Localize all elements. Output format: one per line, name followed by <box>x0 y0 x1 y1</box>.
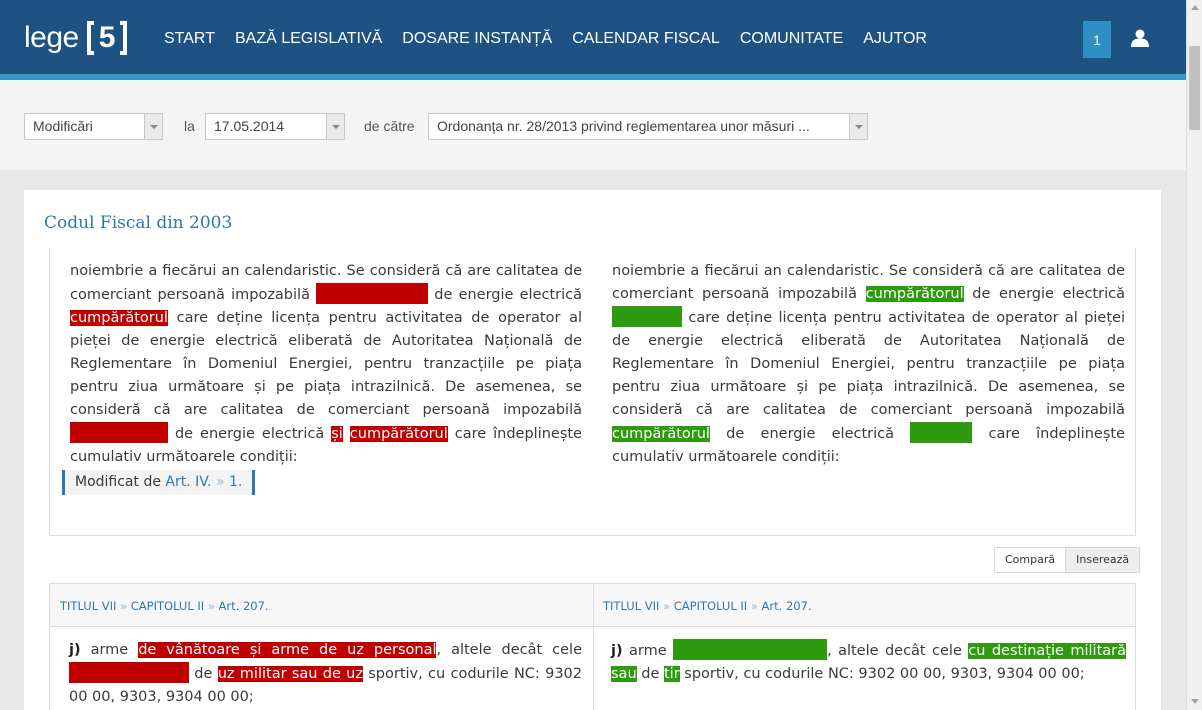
deleted-blank <box>69 662 189 683</box>
nav-calendar-fiscal[interactable]: CALENDAR FISCAL <box>572 30 720 48</box>
article-comparison-table: TITLUL VII » CAPITOLUL II » Art. 207. TI… <box>49 583 1136 710</box>
main-nav: START BAZĂ LEGISLATIVĂ DOSARE INSTANȚĂ C… <box>164 30 927 48</box>
breadcrumb-chapter-link[interactable]: CAPITOLUL II <box>131 599 204 613</box>
deleted-text: și <box>331 426 343 442</box>
text-segment: , altele decât cele <box>827 643 969 659</box>
diff-comparison-box: noiembrie a fiecărui an calendaristic. S… <box>49 248 1136 536</box>
logo-bracket-box: 5 <box>86 21 128 55</box>
chevron-down-icon[interactable] <box>326 114 344 139</box>
mode-select-value: Modificări <box>33 118 93 134</box>
by-label: de către <box>364 118 415 134</box>
deleted-text: de vânătoare și arme de uz personal <box>138 642 437 658</box>
text-segment: care deține licența pentru activitatea d… <box>70 310 582 418</box>
site-logo[interactable]: lege 5 <box>24 18 128 58</box>
inserted-text: cumpărătorul <box>612 426 710 442</box>
breadcrumb-article-link[interactable]: Art. 207. <box>219 599 269 613</box>
breadcrumb-separator: » <box>120 599 128 613</box>
deleted-text: cumpărătorul <box>70 310 168 326</box>
filter-bar: Modificări la 17.05.2014 de către Ordona… <box>0 80 1186 170</box>
chevron-down-icon[interactable] <box>144 114 162 139</box>
insert-button[interactable]: Inserează <box>1065 548 1140 572</box>
nav-comunitate[interactable]: COMUNITATE <box>740 30 843 48</box>
deleted-text: cumpărătorul <box>349 426 448 442</box>
breadcrumb-article-link[interactable]: Art. 207. <box>762 599 812 613</box>
text-segment: care deține licența pentru activitatea d… <box>612 310 1125 418</box>
nav-start[interactable]: START <box>164 30 215 48</box>
nav-baza-legislativa[interactable]: BAZĂ LEGISLATIVĂ <box>235 30 382 48</box>
text-segment: sportiv, cu codurile NC: 9302 00 00, 930… <box>679 666 1085 682</box>
user-icon[interactable] <box>1131 29 1149 47</box>
inserted-blank <box>673 639 828 660</box>
text-segment: de energie electrică <box>428 287 582 303</box>
scrollbar-thumb[interactable] <box>1189 46 1200 130</box>
new-article-text: j) arme , altele decât cele cu destinați… <box>611 639 1126 686</box>
document-card: Codul Fiscal din 2003 noiembrie a fiecăr… <box>24 190 1161 710</box>
scroll-up-arrow-icon[interactable] <box>1191 5 1199 10</box>
paragraph-letter: j) <box>69 642 81 658</box>
text-segment: de <box>636 666 664 682</box>
date-label: la <box>184 118 195 134</box>
deleted-blank <box>70 422 168 443</box>
breadcrumb-chapter-link[interactable]: CAPITOLUL II <box>674 599 747 613</box>
nav-ajutor[interactable]: AJUTOR <box>863 30 927 48</box>
inserted-blank <box>612 306 682 327</box>
text-segment: de energie electrică <box>168 426 332 442</box>
view-mode-toggle: Compară Inserează <box>994 547 1141 573</box>
text-segment: arme <box>622 643 674 659</box>
top-navbar: lege 5 START BAZĂ LEGISLATIVĂ DOSARE INS… <box>0 0 1186 74</box>
chevron-down-icon[interactable] <box>849 114 867 139</box>
date-select-value: 17.05.2014 <box>214 118 285 134</box>
breadcrumb-row: TITLUL VII » CAPITOLUL II » Art. 207. TI… <box>50 584 1135 710</box>
deleted-blank <box>316 283 429 304</box>
nav-dosare-instanta[interactable]: DOSARE INSTANȚĂ <box>402 30 552 48</box>
breadcrumb-separator: » <box>215 474 225 490</box>
deleted-text: uz militar sau de uz <box>217 666 363 682</box>
modified-by-article-link[interactable]: Art. IV. <box>165 474 211 490</box>
text-segment: arme <box>80 642 139 658</box>
logo-number: 5 <box>98 21 116 54</box>
page-scrollbar[interactable] <box>1186 0 1202 710</box>
text-segment: de energie electrică <box>709 426 911 442</box>
document-title[interactable]: Codul Fiscal din 2003 <box>44 213 232 233</box>
breadcrumb-left: TITLUL VII » CAPITOLUL II » Art. 207. <box>60 599 269 613</box>
new-version-pane: noiembrie a fiecărui an calendaristic. S… <box>612 260 1125 469</box>
breadcrumb-separator: » <box>750 599 758 613</box>
notification-badge[interactable]: 1 <box>1083 21 1111 58</box>
mode-select[interactable]: Modificări <box>24 113 163 140</box>
date-select[interactable]: 17.05.2014 <box>205 113 345 140</box>
modified-by-point-link[interactable]: 1. <box>229 474 242 490</box>
breadcrumb-title-link[interactable]: TITLUL VII <box>60 599 116 613</box>
old-article-text: j) arme de vânătoare și arme de uz perso… <box>69 639 582 709</box>
inserted-text: cumpărătorul <box>865 286 964 302</box>
inserted-blank <box>910 422 973 443</box>
inserted-text: tir <box>663 666 680 682</box>
breadcrumb-title-link[interactable]: TITLUL VII <box>603 599 659 613</box>
breadcrumb-separator: » <box>207 599 215 613</box>
breadcrumb-separator: » <box>663 599 671 613</box>
scroll-down-arrow-icon[interactable] <box>1191 699 1199 704</box>
compare-button[interactable]: Compară <box>995 548 1066 572</box>
act-select-value: Ordonanța nr. 28/2013 privind reglementa… <box>437 118 810 134</box>
breadcrumb-right: TITLUL VII » CAPITOLUL II » Art. 207. <box>603 599 812 613</box>
act-select[interactable]: Ordonanța nr. 28/2013 privind reglementa… <box>428 113 868 140</box>
modified-by-label: Modificat de <box>75 474 161 490</box>
logo-word: lege <box>24 21 79 54</box>
text-segment: de <box>189 666 218 682</box>
paragraph-letter: j) <box>611 643 623 659</box>
text-segment: de energie electrică <box>963 286 1125 302</box>
old-version-pane: noiembrie a fiecărui an calendaristic. S… <box>70 260 582 469</box>
modified-by-note: Modificat de Art. IV. » 1. <box>62 470 255 495</box>
text-segment: , altele decât cele <box>436 642 582 658</box>
